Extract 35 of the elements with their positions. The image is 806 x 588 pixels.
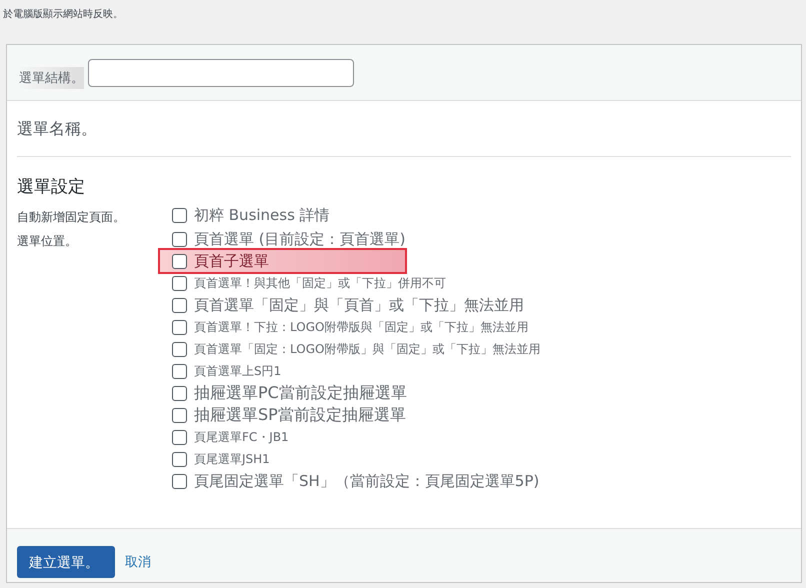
checkbox[interactable] bbox=[172, 320, 187, 334]
checkbox[interactable] bbox=[172, 430, 187, 444]
structure-input-field[interactable] bbox=[88, 58, 354, 86]
checkbox-option[interactable]: 頁首選單！下拉：LOGO附帶版與「固定」或「下拉」無法並用 bbox=[172, 316, 548, 338]
checkbox[interactable] bbox=[172, 276, 187, 290]
create-menu-button[interactable]: 建立選單。 bbox=[17, 546, 115, 578]
setting-label: 自動新增固定頁面。 bbox=[17, 209, 126, 226]
checkbox[interactable] bbox=[172, 364, 187, 378]
highlighted-checkbox-option[interactable]: 頁首子選單 bbox=[160, 250, 405, 272]
checkbox[interactable] bbox=[172, 474, 187, 488]
checkbox[interactable] bbox=[172, 386, 187, 400]
checkbox-option[interactable]: 頁尾選單JSH1 bbox=[172, 448, 548, 470]
checkbox[interactable] bbox=[172, 298, 187, 312]
checkbox[interactable] bbox=[172, 342, 187, 356]
checkbox[interactable] bbox=[172, 452, 187, 466]
checkbox-option[interactable]: 抽屜選單PC當前設定抽屜選單 bbox=[172, 382, 548, 404]
checkbox-option[interactable]: 頁首選單「固定：LOGO附帶版」與「固定」或「下拉」無法並用 bbox=[172, 338, 548, 360]
checkbox-option[interactable]: 頁首選單「固定」與「頁首」或「下拉」無法並用 bbox=[172, 294, 548, 316]
checkbox-option[interactable]: 頁首選單上S円1 bbox=[172, 360, 548, 382]
checkbox-option[interactable]: 頁首選單 (目前設定：頁首選單) bbox=[172, 228, 548, 250]
checkbox[interactable] bbox=[172, 408, 187, 422]
checkbox-option[interactable]: 頁尾固定選單「SH」（當前設定：頁尾固定選單5P) bbox=[172, 470, 548, 492]
checkbox-option[interactable]: 頁尾選單FC・JB1 bbox=[172, 426, 548, 448]
checkbox-option[interactable]: 初粹 Business 詳情 bbox=[172, 204, 338, 226]
checkbox[interactable] bbox=[172, 254, 187, 268]
setting-label: 選單位置。 bbox=[17, 233, 78, 250]
settings-heading: 選單設定 bbox=[17, 176, 86, 198]
checkbox[interactable] bbox=[172, 208, 187, 222]
menu-name-label: 選單名稱。 bbox=[17, 118, 98, 140]
structure-label: 選單結構。 bbox=[17, 66, 84, 88]
checkbox[interactable] bbox=[172, 232, 187, 246]
note-text: 於電腦版顯示網站時反映。 bbox=[2, 8, 124, 22]
cancel-link[interactable]: 取消 bbox=[125, 552, 151, 570]
checkbox-option[interactable]: 抽屜選單SP當前設定抽屜選單 bbox=[172, 404, 548, 426]
checkbox-option[interactable]: 頁首選單！與其他「固定」或「下拉」併用不可 bbox=[172, 272, 548, 294]
